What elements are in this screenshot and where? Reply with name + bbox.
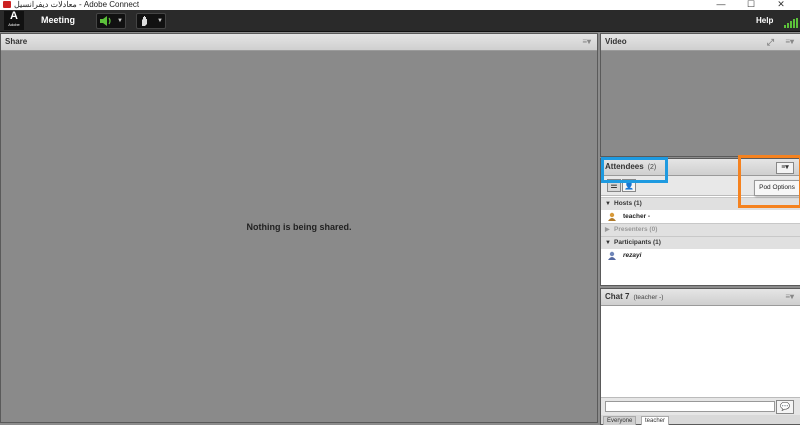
adobe-logo: A Adobe bbox=[4, 11, 24, 30]
attendee-count: (2) bbox=[647, 164, 657, 171]
video-pod-header: Video ⤢ ≡▾ bbox=[601, 34, 800, 51]
attendees-pod: Attendees (2) ≡▾ ☰ 👤 ▼ Hosts (1) teacher … bbox=[600, 158, 800, 286]
pod-menu-icon[interactable]: ≡▾ bbox=[785, 34, 794, 50]
share-empty-message: Nothing is being shared. bbox=[246, 222, 352, 232]
adobe-logo-glyph: A bbox=[10, 10, 18, 22]
send-message-icon[interactable]: 💬 bbox=[776, 400, 794, 414]
attendee-row[interactable]: teacher - bbox=[601, 210, 800, 223]
chevron-down-icon[interactable]: ▼ bbox=[117, 14, 123, 28]
group-label: Hosts (1) bbox=[614, 200, 642, 207]
chat-tab-everyone[interactable]: Everyone bbox=[603, 416, 637, 425]
minimize-button[interactable]: — bbox=[706, 0, 736, 10]
pod-options-button[interactable]: ≡▾ bbox=[776, 162, 794, 174]
fullscreen-icon[interactable]: ⤢ bbox=[767, 34, 774, 50]
speaker-icon bbox=[99, 14, 113, 31]
window-title-bar: معادلات دیفرانسیل - Adobe Connect — ☐ ✕ bbox=[0, 0, 800, 10]
share-pod-title: Share bbox=[5, 37, 28, 46]
attendee-name: teacher - bbox=[623, 213, 651, 220]
expand-arrow-icon: ▶ bbox=[605, 227, 610, 233]
pod-options-tooltip: Pod Options bbox=[754, 180, 800, 196]
speaker-button[interactable]: ▼ bbox=[96, 13, 126, 29]
collapse-arrow-icon: ▼ bbox=[605, 201, 611, 207]
connection-signal-icon bbox=[784, 18, 798, 28]
chat-pod: Chat 7 (teacher -) ≡▾ 💬 Everyone teacher bbox=[600, 288, 800, 425]
meeting-menu[interactable]: Meeting bbox=[41, 15, 75, 25]
group-label: Participants (1) bbox=[614, 239, 661, 246]
pod-menu-icon[interactable]: ≡▾ bbox=[582, 34, 591, 50]
participant-avatar-icon bbox=[608, 251, 616, 260]
chat-tab-teacher[interactable]: teacher bbox=[641, 416, 670, 425]
group-participants[interactable]: ▼ Participants (1) bbox=[601, 236, 800, 249]
share-pod: Share ≡▾ Nothing is being shared. bbox=[0, 33, 598, 423]
chat-input[interactable] bbox=[605, 401, 775, 412]
attendees-pod-header: Attendees (2) ≡▾ bbox=[601, 159, 800, 176]
adobe-logo-text: Adobe bbox=[8, 22, 20, 27]
group-label: Presenters (0) bbox=[614, 226, 658, 233]
attendee-row[interactable]: rezayi bbox=[601, 249, 800, 262]
app-icon bbox=[3, 1, 11, 8]
raise-hand-icon bbox=[139, 14, 151, 31]
help-menu[interactable]: Help bbox=[756, 16, 773, 25]
share-pod-header: Share ≡▾ bbox=[1, 34, 597, 51]
host-avatar-icon bbox=[608, 212, 616, 221]
attendee-name: rezayi bbox=[623, 252, 642, 259]
list-view-icon[interactable]: ☰ bbox=[607, 179, 621, 192]
group-hosts[interactable]: ▼ Hosts (1) bbox=[601, 197, 800, 210]
chat-input-bar: 💬 bbox=[601, 397, 800, 415]
collapse-arrow-icon: ▼ bbox=[605, 240, 611, 246]
video-pod: Video ⤢ ≡▾ bbox=[600, 33, 800, 157]
chevron-down-icon[interactable]: ▼ bbox=[157, 14, 163, 28]
group-presenters[interactable]: ▶ Presenters (0) bbox=[601, 223, 800, 236]
close-button[interactable]: ✕ bbox=[766, 0, 796, 10]
status-button[interactable]: ▼ bbox=[136, 13, 166, 29]
chat-pod-header: Chat 7 (teacher -) ≡▾ bbox=[601, 289, 800, 306]
video-pod-title: Video bbox=[605, 37, 627, 46]
window-title: معادلات دیفرانسیل - Adobe Connect bbox=[14, 0, 140, 9]
chat-pod-title: Chat 7 (teacher -) bbox=[605, 292, 664, 301]
role-view-icon[interactable]: 👤 bbox=[622, 179, 636, 192]
menu-bar: A Adobe Meeting ▼ ▼ Help bbox=[0, 10, 800, 32]
maximize-button[interactable]: ☐ bbox=[736, 0, 766, 10]
pod-menu-icon[interactable]: ≡▾ bbox=[785, 289, 794, 305]
chat-subtitle: (teacher -) bbox=[633, 294, 664, 301]
attendees-pod-title: Attendees (2) bbox=[605, 162, 657, 171]
